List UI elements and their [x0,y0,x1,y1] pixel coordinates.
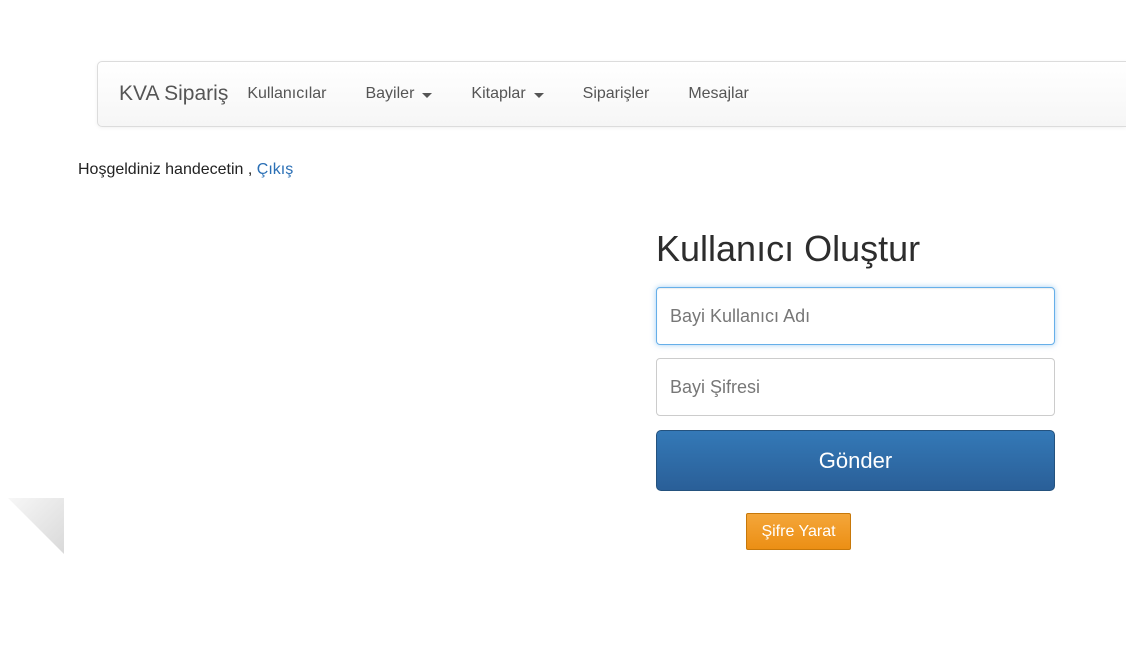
nav-menu: Kullanıcılar Bayiler Kitaplar Siparişler… [247,85,787,103]
nav-item-label: Siparişler [582,85,650,102]
nav-item-kullanicilar[interactable]: Kullanıcılar [247,85,326,103]
logout-link[interactable]: Çıkış [257,161,293,178]
form-title: Kullanıcı Oluştur [656,228,921,269]
nav-item-kitaplar-dropdown[interactable]: Kitaplar [471,85,544,103]
nav-item-label: Kitaplar [471,85,526,102]
password-input[interactable] [656,358,1055,416]
nav-item-label: Kullanıcılar [247,85,327,102]
nav-item-siparisler[interactable]: Siparişler [583,85,650,103]
brand-link[interactable]: KVA Sipariş [119,82,228,106]
welcome-message: Hoşgeldiniz handecetin , Çıkış [78,161,293,179]
welcome-text: Hoşgeldiniz handecetin , [78,161,257,178]
page-curl-decoration [8,498,64,554]
caret-down-icon [422,92,433,98]
caret-down-icon [533,92,544,98]
nav-item-bayiler-dropdown[interactable]: Bayiler [365,85,433,103]
submit-button[interactable]: Gönder [656,430,1055,491]
nav-item-mesajlar[interactable]: Mesajlar [688,85,748,103]
generate-password-button[interactable]: Şifre Yarat [746,513,851,550]
nav-item-label: Bayiler [365,85,415,102]
nav-item-label: Mesajlar [688,85,749,102]
top-navbar: KVA Sipariş Kullanıcılar Bayiler Kitapla… [97,61,1126,127]
page: KVA Sipariş Kullanıcılar Bayiler Kitapla… [0,0,1126,666]
username-input[interactable] [656,287,1055,345]
